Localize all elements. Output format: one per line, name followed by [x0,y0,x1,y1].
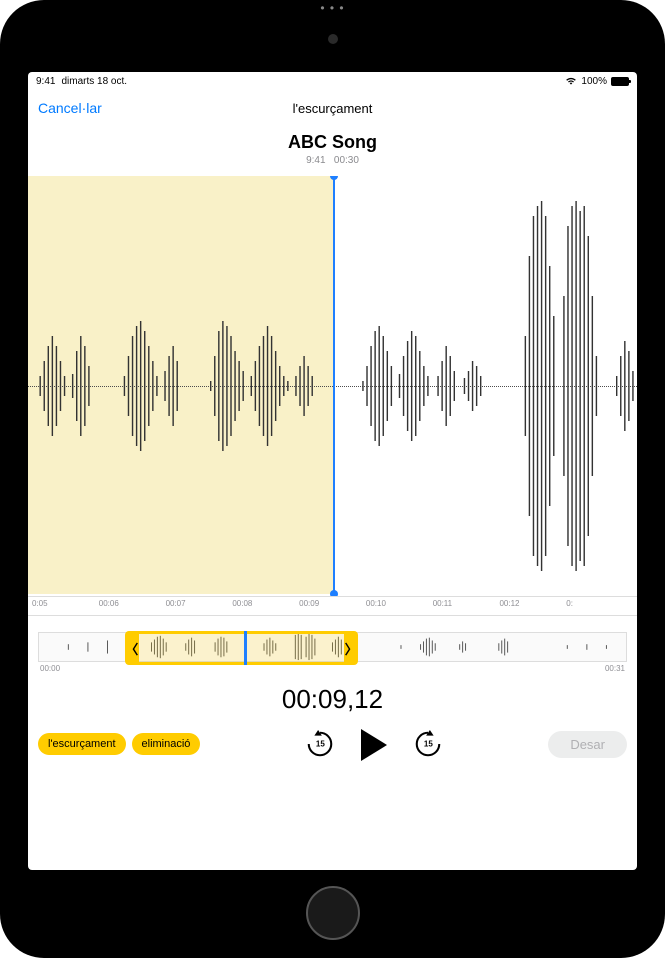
overview-end-label: 00:31 [605,664,625,673]
ruler-tick: 0:05 [32,599,99,613]
device-camera [328,34,338,44]
ruler-tick: 00:12 [499,599,566,613]
trim-handle-left[interactable]: 〈 [125,631,139,665]
recording-name[interactable]: ABC Song [28,132,637,153]
ruler-tick: 0: [566,599,633,613]
skip-forward-seconds: 15 [424,740,433,749]
battery-icon [611,77,629,86]
nav-bar: Cancel·lar l'escurçament [28,90,637,126]
playhead-large[interactable] [333,176,335,594]
recording-meta-time: 9:41 [306,155,325,166]
overview-start-label: 00:00 [40,664,60,673]
ruler-tick: 00:07 [166,599,233,613]
trim-button[interactable]: l'escurçament [38,733,126,755]
save-button[interactable]: Desar [548,731,627,758]
play-button[interactable] [361,729,387,761]
ipad-device-frame: • • • 9:41 dimarts 18 oct. 100% Cancel·l… [0,0,665,958]
ruler-tick: 00:11 [433,599,500,613]
recording-meta: 9:41 00:30 [28,155,637,166]
current-time: 00:09,12 [28,674,637,721]
chevron-right-icon: 〉 [345,639,358,658]
recording-header: ABC Song 9:41 00:30 [28,126,637,176]
playhead-overview[interactable] [244,631,247,665]
ruler-tick: 00:09 [299,599,366,613]
recording-meta-duration: 00:30 [334,155,359,166]
cancel-button[interactable]: Cancel·lar [38,100,102,116]
skip-forward-button[interactable]: 15 [413,729,443,759]
ruler-tick: 00:10 [366,599,433,613]
ruler-tick: 00:06 [99,599,166,613]
controls-bar: l'escurçament eliminació 15 15 Desar [28,721,637,779]
screen: • • • 9:41 dimarts 18 oct. 100% Cancel·l… [28,72,637,870]
waveform-large[interactable] [28,176,637,596]
waveform-ruler: 0:0500:0600:0700:0800:0900:1000:1100:120… [28,596,637,616]
waveform-overview[interactable]: 〈 〉 00:00 00:31 [38,628,627,674]
skip-back-seconds: 15 [316,740,325,749]
nav-title: l'escurçament [293,101,373,116]
battery-percent: 100% [581,76,607,87]
status-time: 9:41 [36,76,55,87]
skip-back-button[interactable]: 15 [305,729,335,759]
overview-strip[interactable]: 〈 〉 [38,632,627,662]
trim-handle-right[interactable]: 〉 [344,631,358,665]
status-date: dimarts 18 oct. [61,76,127,87]
home-button[interactable] [306,886,360,940]
chevron-left-icon: 〈 [125,639,138,658]
delete-button[interactable]: eliminació [132,733,201,755]
wifi-icon [565,76,577,86]
status-bar: • • • 9:41 dimarts 18 oct. 100% [28,72,637,90]
overview-selection[interactable] [139,631,344,665]
ruler-tick: 00:08 [232,599,299,613]
